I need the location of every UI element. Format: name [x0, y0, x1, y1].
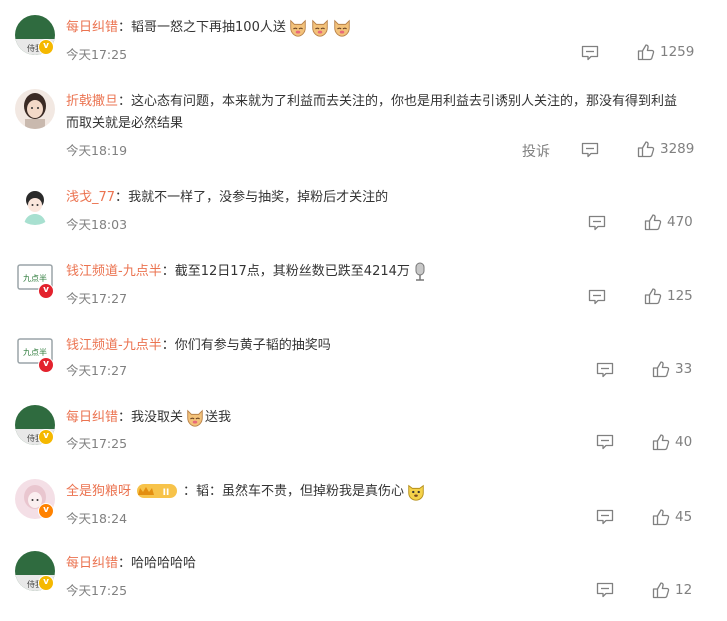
timestamp: 今天18:19	[66, 143, 128, 158]
like-button[interactable]: 40	[652, 433, 692, 451]
comment-text: 截至12日17点，其粉丝数已跌至4214万	[174, 264, 410, 279]
username[interactable]: 钱江频道-九点半	[66, 338, 162, 353]
comment-text-suffix: 送我	[205, 410, 232, 425]
like-count: 470	[667, 214, 693, 230]
like-count: 3289	[660, 141, 695, 157]
timestamp: 今天18:24	[66, 511, 128, 526]
vip-level-badge: II	[135, 483, 179, 499]
svg-text:II: II	[163, 488, 170, 498]
like-icon	[652, 581, 670, 599]
comment-icon[interactable]	[596, 582, 614, 598]
like-icon	[652, 360, 670, 378]
report-button[interactable]: 投诉	[522, 141, 550, 161]
comment-line: 钱江频道-九点半：截至12日17点，其粉丝数已跌至4214万	[66, 261, 707, 283]
avatar[interactable]	[15, 89, 55, 129]
comment-text: 哈哈哈哈哈	[131, 556, 197, 571]
like-button[interactable]: 3289	[637, 140, 694, 158]
like-button[interactable]: 45	[652, 508, 692, 526]
comment-item: 侍我 v 每日纠错：我没取关 送我 今天17:25 40	[0, 405, 727, 475]
verified-badge-icon: v	[38, 39, 54, 55]
comment-icon[interactable]	[596, 434, 614, 450]
like-icon	[644, 213, 662, 231]
timestamp: 今天17:25	[66, 436, 128, 451]
svg-text:九点半: 九点半	[23, 273, 47, 283]
like-icon	[652, 433, 670, 451]
timestamp: 今天17:27	[66, 291, 128, 306]
like-icon	[637, 140, 655, 158]
like-button[interactable]: 1259	[637, 43, 694, 61]
comment-line: 折戟撒旦：这心态有问题，本来就为了利益而去关注的，你也是用利益去引诱别人关注的，…	[66, 94, 678, 131]
like-icon	[637, 43, 655, 61]
comment-line: 每日纠错：韬哥一怒之下再抽100人送	[66, 17, 707, 39]
like-count: 45	[675, 509, 693, 525]
comment-text: 我没取关	[131, 410, 184, 425]
like-button[interactable]: 470	[644, 213, 693, 231]
username[interactable]: 每日纠错	[66, 410, 118, 425]
doge-emoji-icon	[406, 482, 426, 502]
timestamp: 今天17:25	[66, 47, 128, 62]
verified-badge-icon: v	[38, 357, 54, 373]
verified-badge-icon: v	[38, 503, 54, 519]
like-count: 1259	[660, 44, 695, 60]
comment-text: 韬：虽然车不贵，但掉粉我是真伤心	[196, 484, 405, 499]
username[interactable]: 折戟撒旦	[66, 94, 118, 109]
verified-badge-icon: v	[38, 429, 54, 445]
username[interactable]: 浅戈_77	[66, 190, 115, 205]
username[interactable]: 每日纠错	[66, 556, 118, 571]
like-count: 12	[675, 582, 693, 598]
comment-item: 折戟撒旦：这心态有问题，本来就为了利益而去关注的，你也是用利益去引诱别人关注的，…	[0, 89, 727, 169]
like-button[interactable]: 125	[644, 287, 693, 305]
like-button[interactable]: 12	[652, 581, 692, 599]
comment-text: 我就不一样了，没参与抽奖，掉粉后才关注的	[128, 190, 389, 205]
svg-text:九点半: 九点半	[23, 347, 47, 357]
cat-emoji-icon	[332, 18, 352, 38]
username[interactable]: 每日纠错	[66, 20, 118, 35]
comment-line: 每日纠错：我没取关 送我	[66, 407, 707, 429]
cat-emoji-icon	[185, 408, 205, 428]
comment-text: 这心态有问题，本来就为了利益而去关注的，你也是用利益去引诱别人关注的，那没有得到…	[66, 94, 678, 131]
comment-item: 侍我 v 每日纠错：韬哥一怒之下再抽100人送 今天17:25 1259	[0, 15, 727, 85]
comment-icon[interactable]	[581, 45, 599, 61]
comment-line: 钱江频道-九点半：你们有参与黄子韬的抽奖吗	[66, 338, 331, 353]
comment-icon[interactable]	[588, 215, 606, 231]
like-count: 40	[675, 434, 693, 450]
comment-icon[interactable]	[596, 509, 614, 525]
comment-line: 每日纠错：哈哈哈哈哈	[66, 556, 197, 571]
avatar[interactable]	[15, 185, 55, 225]
comment-item: v 全是狗粮呀 II ：韬：虽然车不贵，但掉粉我是真伤心 今天18:24 45	[0, 479, 727, 549]
comment-text: 韬哥一怒之下再抽100人送	[131, 20, 286, 35]
comment-line: 浅戈_77：我就不一样了，没参与抽奖，掉粉后才关注的	[66, 190, 389, 205]
comment-item: 九点半 v 钱江频道-九点半：截至12日17点，其粉丝数已跌至4214万 今天1…	[0, 259, 727, 329]
microphone-icon	[415, 262, 425, 281]
username[interactable]: 全是狗粮呀	[66, 484, 131, 499]
comment-text: 你们有参与黄子韬的抽奖吗	[174, 338, 331, 353]
verified-badge-icon: v	[38, 283, 54, 299]
comment-icon[interactable]	[581, 142, 599, 158]
timestamp: 今天17:25	[66, 583, 128, 598]
comment-icon[interactable]	[588, 289, 606, 305]
comment-feed: 侍我 v 每日纠错：韬哥一怒之下再抽100人送 今天17:25 1259 折戟撒…	[0, 0, 727, 619]
cat-emoji-icon	[288, 18, 308, 38]
timestamp: 今天18:03	[66, 217, 128, 232]
timestamp: 今天17:27	[66, 363, 128, 378]
like-button[interactable]: 33	[652, 360, 692, 378]
comment-item: 九点半 v 钱江频道-九点半：你们有参与黄子韬的抽奖吗 今天17:27 33	[0, 333, 727, 403]
comment-item: 浅戈_77：我就不一样了，没参与抽奖，掉粉后才关注的 今天18:03 470	[0, 185, 727, 255]
comment-item: 侍我 v 每日纠错：哈哈哈哈哈 今天17:25 12	[0, 551, 727, 621]
verified-badge-icon: v	[38, 575, 54, 591]
comment-line: 全是狗粮呀 II ：韬：虽然车不贵，但掉粉我是真伤心	[66, 481, 707, 503]
like-icon	[644, 287, 662, 305]
comment-icon[interactable]	[596, 362, 614, 378]
username[interactable]: 钱江频道-九点半	[66, 264, 162, 279]
like-count: 33	[675, 361, 693, 377]
like-count: 125	[667, 288, 693, 304]
cat-emoji-icon	[310, 18, 330, 38]
like-icon	[652, 508, 670, 526]
